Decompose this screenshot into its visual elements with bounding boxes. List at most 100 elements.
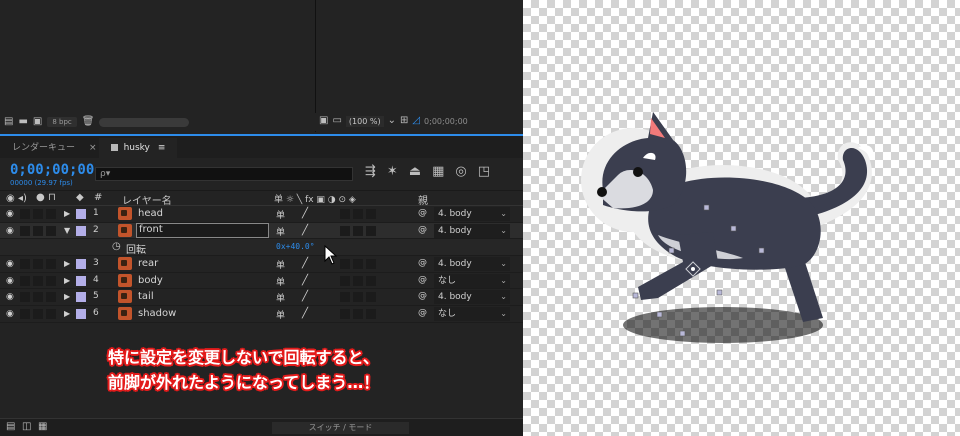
solo-switch[interactable] [33, 259, 43, 270]
rotation-property-row[interactable]: ◷ 回転 0x+40.0° [0, 239, 523, 257]
shy-switch-icon[interactable]: 单 [276, 291, 285, 304]
solo-switch[interactable] [33, 292, 43, 303]
expand-triangle-icon[interactable]: ▶ [64, 309, 70, 318]
audio-switch[interactable] [20, 259, 30, 270]
expand-triangle-icon[interactable]: ▶ [64, 292, 70, 301]
blend-switch[interactable] [353, 225, 363, 236]
collapse-triangle-icon[interactable]: ▼ [64, 226, 70, 235]
parent-dropdown[interactable]: 4. body ⌄ [434, 257, 510, 272]
eye-icon[interactable]: ◉ [6, 226, 14, 236]
shy-switch-icon[interactable]: 单 [276, 225, 285, 238]
fx-switch[interactable] [340, 275, 350, 286]
layer-name[interactable]: body [138, 275, 163, 286]
pick-whip-icon[interactable]: @ [418, 275, 427, 285]
toggle-switches-modes-button[interactable]: スイッチ / モード [272, 422, 409, 434]
adjust-switch[interactable] [366, 275, 376, 286]
motion-blur-icon[interactable]: ◎ [455, 164, 466, 179]
number-tag-icon[interactable]: # [94, 192, 102, 203]
pick-whip-icon[interactable]: @ [418, 308, 427, 318]
lock-icon[interactable]: ⊓ [48, 192, 56, 203]
stopwatch-icon[interactable]: ◷ [112, 241, 121, 252]
audio-switch[interactable] [20, 292, 30, 303]
parent-dropdown[interactable]: なし ⌄ [434, 306, 510, 321]
layer-name[interactable]: rear [138, 258, 158, 269]
fx-switch[interactable] [340, 259, 350, 270]
layer-row[interactable]: ◉ ▶ 1 head 单 ╱ @ 4. body ⌄ [0, 206, 523, 223]
expand-triangle-icon[interactable]: ▶ [64, 276, 70, 285]
composition-canvas[interactable] [523, 0, 960, 436]
stretch-icon[interactable]: ▦ [38, 422, 47, 432]
draft-3d-icon[interactable]: ✶ [387, 164, 398, 179]
shy-switch-icon[interactable]: 单 [276, 208, 285, 221]
project-scrollbar[interactable] [99, 117, 190, 127]
layer-name-edit-field[interactable]: front [136, 222, 269, 238]
quality-switch-icon[interactable]: ╱ [302, 208, 308, 219]
shy-switch-icon[interactable]: 单 [276, 308, 285, 321]
pick-whip-icon[interactable]: @ [418, 225, 427, 235]
audio-switch[interactable] [20, 275, 30, 286]
parent-dropdown[interactable]: 4. body ⌄ [434, 223, 510, 238]
audio-switch[interactable] [20, 209, 30, 219]
expand-triangle-icon[interactable]: ▶ [64, 259, 70, 268]
lock-switch[interactable] [46, 292, 56, 303]
rotation-value[interactable]: 0x+40.0° [276, 242, 315, 251]
label-color[interactable] [76, 209, 86, 219]
preview-icon[interactable]: ▣ [319, 116, 328, 126]
layer-row[interactable]: ◉ ▶ 3 rear 单 ╱ @ 4. body ⌄ [0, 256, 523, 273]
adjust-switch[interactable] [366, 308, 376, 319]
solo-icon[interactable]: ● [36, 192, 45, 203]
label-color[interactable] [76, 308, 86, 319]
adjust-switch[interactable] [366, 209, 376, 219]
pick-whip-icon[interactable]: @ [418, 208, 427, 218]
quality-switch-icon[interactable]: ╱ [302, 225, 308, 236]
hamburger-menu-icon[interactable]: ≡ [158, 143, 166, 153]
shy-switch-icon[interactable]: 单 [276, 275, 285, 288]
audio-switch[interactable] [20, 308, 30, 319]
eye-icon[interactable]: ◉ [6, 209, 14, 219]
blend-switch[interactable] [353, 209, 363, 219]
shy-layers-icon[interactable]: ⏏ [409, 164, 421, 179]
solo-switch[interactable] [33, 209, 43, 219]
eye-icon[interactable]: ◉ [6, 292, 14, 302]
trash-icon[interactable]: 🗑 [82, 117, 95, 127]
layer-search-input[interactable]: ρ▾ [95, 167, 353, 181]
eye-icon[interactable]: ◉ [6, 276, 14, 286]
new-composition-icon[interactable]: ▣ [33, 117, 42, 127]
lock-switch[interactable] [46, 225, 56, 236]
blend-switch[interactable] [353, 308, 363, 319]
modes-icon[interactable]: ◫ [22, 422, 31, 432]
pick-whip-icon[interactable]: @ [418, 258, 427, 268]
graph-editor-icon[interactable]: ◳ [478, 164, 490, 179]
audio-icon[interactable]: ◂) [18, 193, 27, 204]
quality-switch-icon[interactable]: ╱ [302, 258, 308, 269]
parent-dropdown[interactable]: 4. body ⌄ [434, 207, 510, 221]
layer-row[interactable]: ◉ ▼ 2 front 单 ╱ @ 4. body ⌄ [0, 222, 523, 240]
solo-switch[interactable] [33, 225, 43, 236]
quality-switch-icon[interactable]: ╱ [302, 291, 308, 302]
mask-toggle-icon[interactable]: ◿ [412, 116, 420, 126]
fx-switch[interactable] [340, 292, 350, 303]
current-time-display[interactable]: 0;00;00;00 [10, 162, 94, 178]
zoom-dropdown[interactable]: (100 %) [345, 115, 384, 127]
blend-switch[interactable] [353, 259, 363, 270]
monitor-icon[interactable]: ▭ [332, 116, 341, 126]
chevron-down-icon[interactable]: ⌄ [388, 116, 396, 126]
audio-switch[interactable] [20, 225, 30, 236]
layer-row[interactable]: ◉ ▶ 6 shadow 单 ╱ @ なし ⌄ [0, 306, 523, 323]
layer-name-header[interactable]: レイヤー名 [122, 192, 172, 207]
label-color[interactable] [76, 225, 86, 236]
layer-name[interactable]: head [138, 208, 163, 219]
expand-triangle-icon[interactable]: ▶ [64, 209, 70, 218]
fx-switch[interactable] [340, 225, 350, 236]
layer-switches-icon[interactable]: ▤ [6, 422, 15, 432]
quality-switch-icon[interactable]: ╱ [302, 275, 308, 286]
tab-render-queue[interactable]: レンダーキュー [0, 140, 87, 158]
shy-switch-icon[interactable]: 单 [276, 258, 285, 271]
fx-switch[interactable] [340, 209, 350, 219]
adjust-switch[interactable] [366, 259, 376, 270]
solo-switch[interactable] [33, 308, 43, 319]
layer-row[interactable]: ◉ ▶ 5 tail 单 ╱ @ 4. body ⌄ [0, 289, 523, 306]
lock-switch[interactable] [46, 209, 56, 219]
quality-switch-icon[interactable]: ╱ [302, 308, 308, 319]
tab-close-icon[interactable]: × [87, 143, 99, 158]
